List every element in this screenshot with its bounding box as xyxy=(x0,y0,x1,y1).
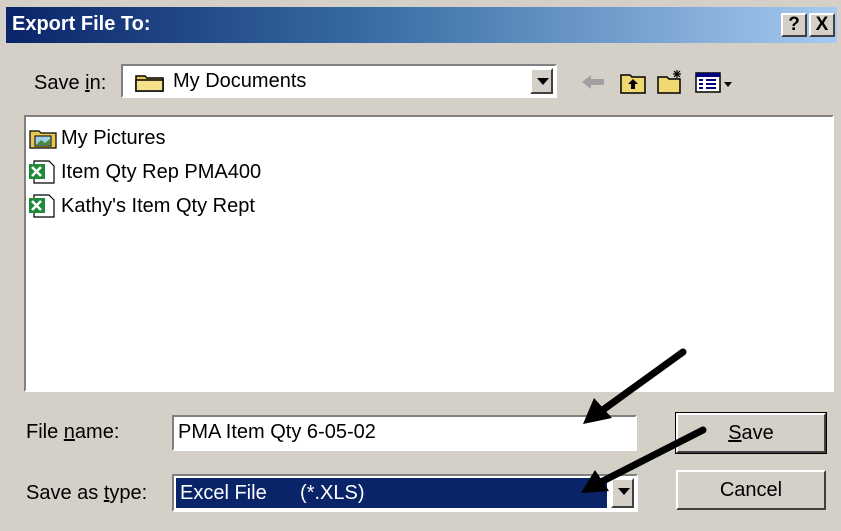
file-name-value: PMA Item Qty 6-05-02 xyxy=(178,421,376,443)
folder-pictures-icon xyxy=(29,130,57,149)
excel-file-icon xyxy=(29,194,55,218)
window-title: Export File To: xyxy=(12,13,151,35)
save-as-type-value: Excel File (*.XLS) xyxy=(176,478,607,508)
file-name-label: File name: xyxy=(26,421,120,443)
excel-file-icon xyxy=(29,160,55,184)
file-name-input[interactable]: PMA Item Qty 6-05-02 xyxy=(172,415,637,451)
save-in-label: Save in: xyxy=(34,72,106,95)
file-name: Kathy's Item Qty Rept xyxy=(61,194,255,217)
close-button[interactable]: X xyxy=(809,13,835,37)
save-in-label-text: Save in: xyxy=(34,72,107,94)
new-folder-icon[interactable] xyxy=(655,68,685,96)
folder-icon xyxy=(135,75,164,92)
file-list[interactable]: My Pictures Item Qty Rep PMA400 Kathy's … xyxy=(24,115,834,392)
file-name: My Pictures xyxy=(61,126,166,149)
save-as-type-dropdown[interactable]: Excel File (*.XLS) xyxy=(172,474,638,512)
help-button[interactable]: ? xyxy=(781,13,807,37)
export-file-dialog: Export File To: ? X Save in: My Document… xyxy=(0,0,841,531)
list-item[interactable]: My Pictures xyxy=(28,125,165,151)
save-in-value: My Documents xyxy=(173,70,307,92)
up-folder-icon[interactable] xyxy=(618,68,648,96)
file-name: Item Qty Rep PMA400 xyxy=(61,160,262,183)
list-item[interactable]: Item Qty Rep PMA400 xyxy=(28,159,261,185)
list-item[interactable]: Kathy's Item Qty Rept xyxy=(28,193,255,219)
save-button[interactable]: Save xyxy=(675,412,827,454)
save-in-dropdown-arrow[interactable] xyxy=(530,68,553,94)
back-arrow-icon[interactable] xyxy=(578,68,608,96)
cancel-button[interactable]: Cancel xyxy=(676,470,826,510)
save-as-type-label: Save as type: xyxy=(26,482,148,504)
title-bar[interactable]: Export File To: ? X xyxy=(6,7,837,43)
save-as-type-dropdown-arrow[interactable] xyxy=(611,478,634,508)
views-menu-icon[interactable] xyxy=(694,68,734,96)
save-in-dropdown[interactable]: My Documents xyxy=(121,64,557,98)
